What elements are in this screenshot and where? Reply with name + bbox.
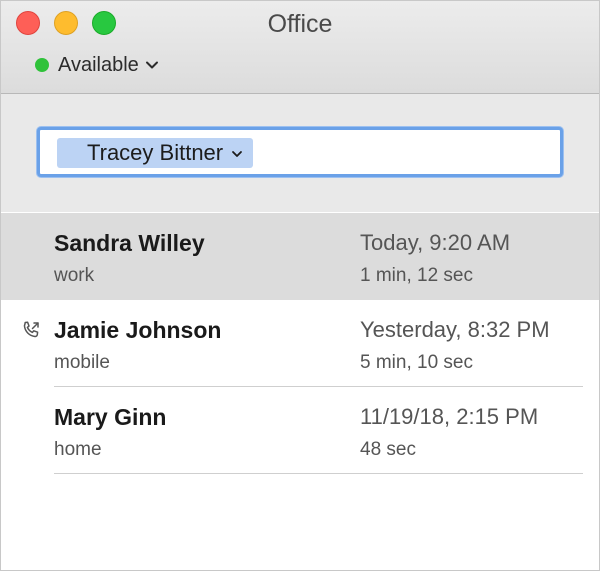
row-divider xyxy=(54,473,583,474)
call-row[interactable]: Mary Ginn home 11/19/18, 2:15 PM 48 sec xyxy=(1,387,599,474)
call-number-type: work xyxy=(54,265,95,286)
call-duration: 1 min, 12 sec xyxy=(360,265,473,286)
window-title: Office xyxy=(267,10,333,38)
outgoing-call-icon xyxy=(21,320,41,340)
caller-name: Mary Ginn xyxy=(54,404,167,430)
call-timestamp: Yesterday, 8:32 PM xyxy=(360,317,550,342)
call-duration: 5 min, 10 sec xyxy=(360,352,473,373)
call-timestamp: Today, 9:20 AM xyxy=(360,230,511,255)
caller-name: Sandra Willey xyxy=(54,230,205,256)
call-number-type: mobile xyxy=(54,352,110,373)
call-row[interactable]: Sandra Willey work Today, 9:20 AM 1 min,… xyxy=(1,213,599,300)
chevron-down-icon xyxy=(145,58,159,72)
call-timestamp: 11/19/18, 2:15 PM xyxy=(360,404,539,429)
call-row[interactable]: Jamie Johnson mobile Yesterday, 8:32 PM … xyxy=(1,300,599,387)
call-number-type: home xyxy=(54,439,102,460)
chevron-down-icon xyxy=(231,147,243,159)
recipient-token[interactable]: Tracey Bittner xyxy=(57,138,254,168)
call-duration: 48 sec xyxy=(360,439,416,460)
app-window: Office Available Tracey Bittner Sandra W… xyxy=(0,0,600,571)
presence-status-dropdown[interactable]: Available xyxy=(35,53,159,77)
search-area: Tracey Bittner xyxy=(1,94,599,212)
presence-status-label: Available xyxy=(58,53,139,76)
recent-calls-list: Sandra Willey work Today, 9:20 AM 1 min,… xyxy=(1,213,599,474)
presence-dot-icon xyxy=(35,58,49,72)
caller-name: Jamie Johnson xyxy=(54,317,222,343)
recipient-search-input[interactable]: Tracey Bittner xyxy=(37,127,563,177)
recipient-token-label: Tracey Bittner xyxy=(87,140,224,165)
title-bar: Office Available xyxy=(1,1,599,94)
